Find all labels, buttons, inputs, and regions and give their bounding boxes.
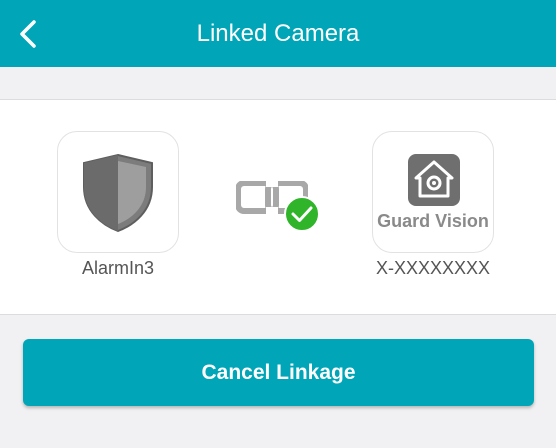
alarm-input-tile bbox=[57, 131, 179, 253]
camera-tile: Guard Vision bbox=[372, 131, 494, 253]
back-button[interactable] bbox=[8, 8, 52, 60]
check-circle-icon bbox=[284, 196, 320, 237]
top-bar: Linked Camera bbox=[0, 0, 556, 67]
shield-icon bbox=[82, 153, 154, 238]
linked-camera-screen: Linked Camera AlarmIn3 Guard Vision X-XX… bbox=[0, 0, 556, 448]
camera-name: X-XXXXXXXX bbox=[375, 258, 491, 278]
guard-vision-logo-text: Guard Vision bbox=[377, 211, 489, 231]
guard-vision-logo-icon bbox=[408, 154, 460, 211]
alarm-input-name: AlarmIn3 bbox=[81, 258, 155, 278]
cancel-linkage-button[interactable]: Cancel Linkage bbox=[23, 339, 534, 406]
linkage-card: AlarmIn3 Guard Vision X-XXXXXXXX bbox=[0, 99, 556, 315]
page-title: Linked Camera bbox=[196, 20, 360, 47]
chevron-left-icon bbox=[8, 8, 52, 60]
